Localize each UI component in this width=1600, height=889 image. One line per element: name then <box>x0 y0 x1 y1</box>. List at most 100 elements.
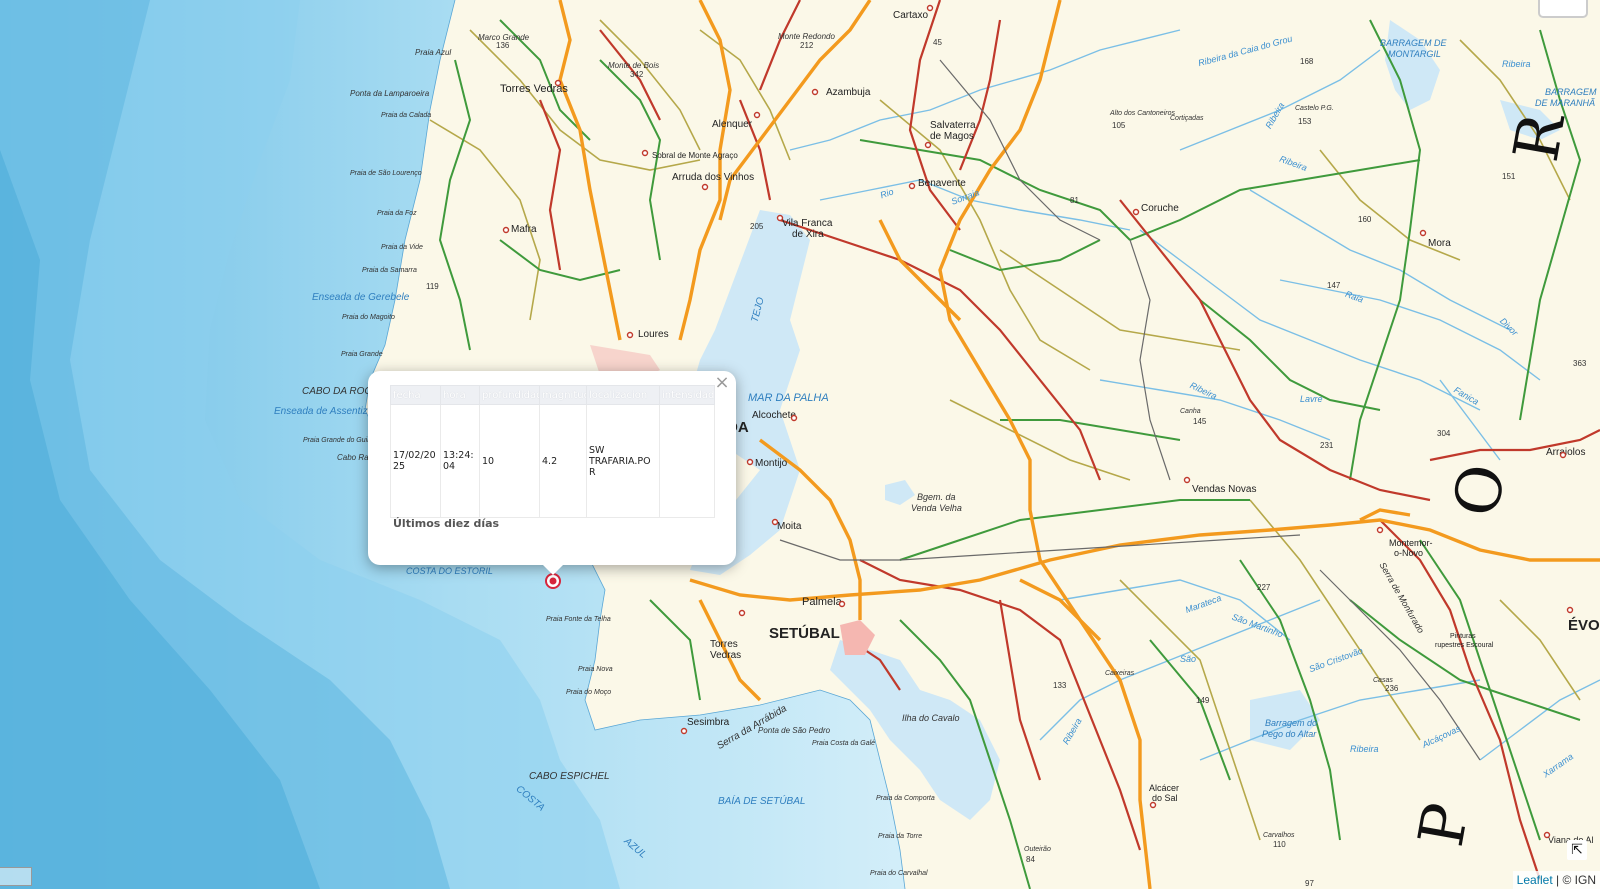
layers-control-button[interactable] <box>1538 0 1588 18</box>
elev-160: 160 <box>1358 215 1372 224</box>
label-costa-estoril: COSTA DO ESTORIL <box>406 566 493 576</box>
label-praia-comporta: Praia da Comporta <box>876 795 935 802</box>
elev-231: 231 <box>1320 441 1334 450</box>
label-outeirao: Outeirão <box>1024 846 1051 853</box>
label-alenquer: Alenquer <box>712 119 753 130</box>
popup-tip <box>542 564 564 575</box>
label-praia-vide: Praia da Vide <box>381 244 423 251</box>
label-ponta-lamp: Ponta da Lamparoeira <box>350 89 430 98</box>
elev-119: 119 <box>426 282 439 291</box>
elev-304: 304 <box>1437 429 1451 438</box>
col-hora: hora <box>440 385 480 405</box>
label-salvaterra-2: de Magos <box>930 131 974 142</box>
label-torres-3: Vedras <box>710 650 741 661</box>
label-praia-torre: Praia da Torre <box>878 833 922 840</box>
label-mafra: Mafra <box>511 224 537 235</box>
label-cartaxo: Cartaxo <box>893 10 928 21</box>
label-baia-setubal: BAÍA DE SETÚBAL <box>718 794 805 807</box>
col-fecha: fecha <box>390 385 441 405</box>
table-row: 17/02/2025 13:24:04 10 4.2 SW TRAFARIA.P… <box>390 404 715 518</box>
cell-hora: 13:24:04 <box>440 404 480 518</box>
label-moita: Moita <box>777 521 802 532</box>
label-enseada-assentiz: Enseada de Assentiz <box>274 406 368 417</box>
label-arruda: Arruda dos Vinhos <box>672 172 754 183</box>
label-caixeiras: Caixeiras <box>1105 670 1135 677</box>
label-bgem-venda-2: Venda Velha <box>911 503 962 513</box>
label-palmela: Palmela <box>802 596 843 608</box>
label-vila-franca-1: Vila Franca <box>782 218 833 229</box>
label-rib-lavre: Lavre <box>1300 394 1323 404</box>
label-alcochete: Alcochete <box>752 410 796 421</box>
elev-212: 212 <box>800 41 814 50</box>
leaflet-link[interactable]: Leaflet <box>1517 873 1553 887</box>
elev-147: 147 <box>1327 281 1341 290</box>
label-praia-costa-gale: Praia Costa da Galé <box>812 740 875 747</box>
label-monte-bois: Monte de Bois <box>608 61 659 70</box>
cell-fecha: 17/02/2025 <box>390 404 441 518</box>
expand-icon[interactable]: ⇱ <box>1567 840 1587 860</box>
label-mar-palha: MAR DA PALHA <box>748 392 829 404</box>
cell-profundidad: 10 <box>479 404 540 518</box>
col-localizacion: localizacion <box>586 385 660 405</box>
cell-intensidad <box>659 404 715 518</box>
label-sesimbra: Sesimbra <box>687 717 730 728</box>
label-praia-fonte-telha: Praia Fonte da Telha <box>546 616 611 623</box>
label-ponta-sao-pedro: Ponta de São Pedro <box>758 726 831 735</box>
label-corticadas: Cortiçadas <box>1170 115 1204 122</box>
label-alto-cantoneiros: Alto dos Cantoneiros <box>1109 110 1175 117</box>
label-praia-carvalhal: Praia do Carvalhal <box>870 870 928 877</box>
label-bgem-venda-1: Bgem. da <box>917 492 956 502</box>
attribution-separator: | <box>1556 873 1560 887</box>
col-intensidad: intensidad <box>659 385 715 405</box>
elev-84: 84 <box>1026 855 1035 864</box>
elev-136: 136 <box>496 41 510 50</box>
label-coruche: Coruche <box>1141 203 1179 214</box>
label-enseada-gerebele: Enseada de Gerebele <box>312 292 410 303</box>
elev-110: 110 <box>1273 840 1286 849</box>
label-pinturas-1: Pinturas <box>1450 633 1476 640</box>
label-montemor-2: o-Novo <box>1394 548 1423 558</box>
elev-81: 81 <box>1070 196 1079 205</box>
label-praia-calada: Praia da Calada <box>381 112 431 119</box>
label-montemor-1: Montemor- <box>1389 538 1433 548</box>
attribution: Leaflet | © IGN <box>1512 871 1600 889</box>
label-ribeira-1: Ribeira <box>1502 59 1531 69</box>
label-rib-sao: São <box>1180 654 1196 664</box>
label-barragem-pego-1: Barragem do <box>1265 718 1317 728</box>
label-ilha-cavalo: Ilha do Cavalo <box>902 713 960 723</box>
earthquake-popup: × fecha hora profundidad magnitud locali… <box>368 371 736 565</box>
elev-97: 97 <box>1305 879 1314 888</box>
label-praia-azul: Praia Azul <box>415 48 451 57</box>
elev-45: 45 <box>933 38 942 47</box>
label-barragem-pego-2: Pego do Altar <box>1262 729 1317 739</box>
label-alcacer-1: Alcácer <box>1149 783 1179 793</box>
label-ribeira-6: Ribeira <box>1350 744 1379 754</box>
elev-145: 145 <box>1193 417 1207 426</box>
elev-168: 168 <box>1300 57 1314 66</box>
elev-205: 205 <box>750 222 764 231</box>
label-vendas-novas: Vendas Novas <box>1192 484 1257 495</box>
label-azambuja: Azambuja <box>826 87 871 98</box>
elev-149: 149 <box>1196 696 1210 705</box>
label-sobral: Sobral de Monte Agraço <box>652 151 738 160</box>
label-carvalhos: Carvalhos <box>1263 832 1295 839</box>
earthquake-table: fecha hora profundidad magnitud localiza… <box>390 385 715 518</box>
cell-magnitud: 4.2 <box>539 404 587 518</box>
map-tiles[interactable]: R O P Torres Vedras Alenquer Azambuja Ca… <box>0 0 1600 889</box>
elev-133: 133 <box>1053 681 1067 690</box>
label-praia-samarra: Praia da Samarra <box>362 267 417 274</box>
col-profundidad: profundidad <box>479 385 540 405</box>
label-benavente: Benavente <box>918 178 966 189</box>
map-container[interactable]: R O P Torres Vedras Alenquer Azambuja Ca… <box>0 0 1600 889</box>
elev-363: 363 <box>1573 359 1587 368</box>
earthquake-marker[interactable] <box>545 573 561 589</box>
label-barragem-montargil-2: MONTARGIL <box>1388 49 1441 59</box>
cell-localizacion: SW TRAFARIA.POR <box>586 404 660 518</box>
label-praia-magoito: Praia do Magoito <box>342 314 395 321</box>
label-praia-foz: Praia da Foz <box>377 210 417 217</box>
label-casas: Casas <box>1373 677 1393 684</box>
close-icon[interactable]: × <box>714 374 730 392</box>
elev-151: 151 <box>1502 172 1516 181</box>
label-alcacer-2: do Sal <box>1152 793 1178 803</box>
scale-bar <box>0 867 32 886</box>
